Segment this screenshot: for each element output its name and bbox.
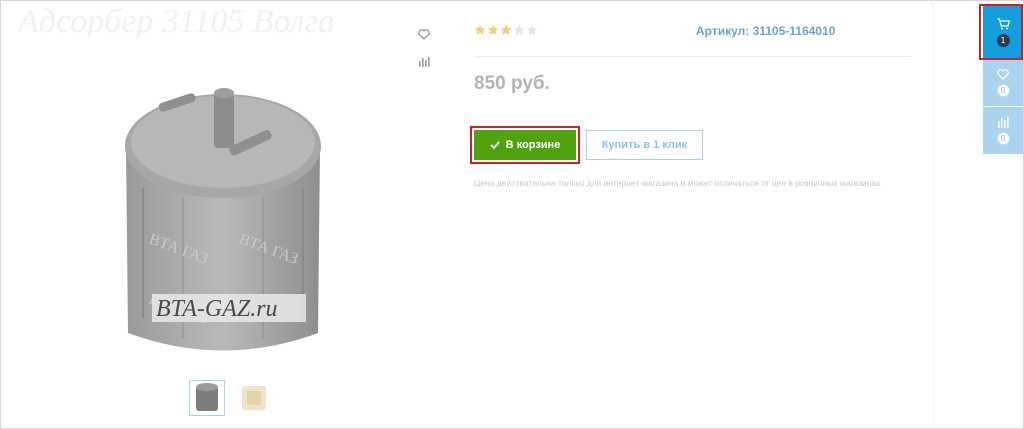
product-title: Адсорбер 31105 Волга: [18, 6, 335, 38]
star-icon: [526, 24, 538, 35]
price: 850 руб.: [474, 73, 550, 94]
star-icon: [474, 24, 486, 35]
column-divider: [933, 0, 934, 427]
buy-one-click-label: Купить в 1 клик: [601, 139, 688, 151]
bar-chart-icon[interactable]: [417, 54, 431, 68]
bar-chart-icon: [998, 117, 1009, 128]
divider: [474, 56, 911, 57]
watermark-text: BTA-GAZ.ru: [156, 296, 278, 322]
in-cart-label: В корзине: [505, 139, 561, 151]
star-icon: [487, 24, 499, 35]
product-image[interactable]: ВТА ГАЗ ВТА ГАЗ ВТА ГАЗ BTA-GAZ.ru: [118, 78, 328, 360]
rating-stars: [474, 24, 538, 36]
buy-one-click-button[interactable]: Купить в 1 клик: [586, 130, 703, 160]
wishlist-count-badge: 0: [996, 84, 1010, 97]
compare-count-badge: 0: [996, 132, 1010, 145]
star-icon: [500, 24, 512, 35]
side-compare-button[interactable]: 0: [983, 107, 1023, 154]
heart-icon: [997, 69, 1009, 80]
sku-label: Артикул: 31105-1164010: [696, 24, 836, 38]
check-icon: [490, 141, 500, 149]
star-icon: [513, 24, 525, 35]
side-wishlist-button[interactable]: 0: [983, 60, 1023, 106]
price-note: Цена действительна только для интернет-м…: [474, 178, 881, 188]
thumbnail-1[interactable]: [189, 380, 225, 416]
in-cart-button[interactable]: В корзине: [474, 130, 576, 160]
side-cart-highlight: [979, 4, 1023, 60]
heart-icon[interactable]: [417, 27, 431, 41]
thumbnail-2[interactable]: [236, 380, 272, 416]
